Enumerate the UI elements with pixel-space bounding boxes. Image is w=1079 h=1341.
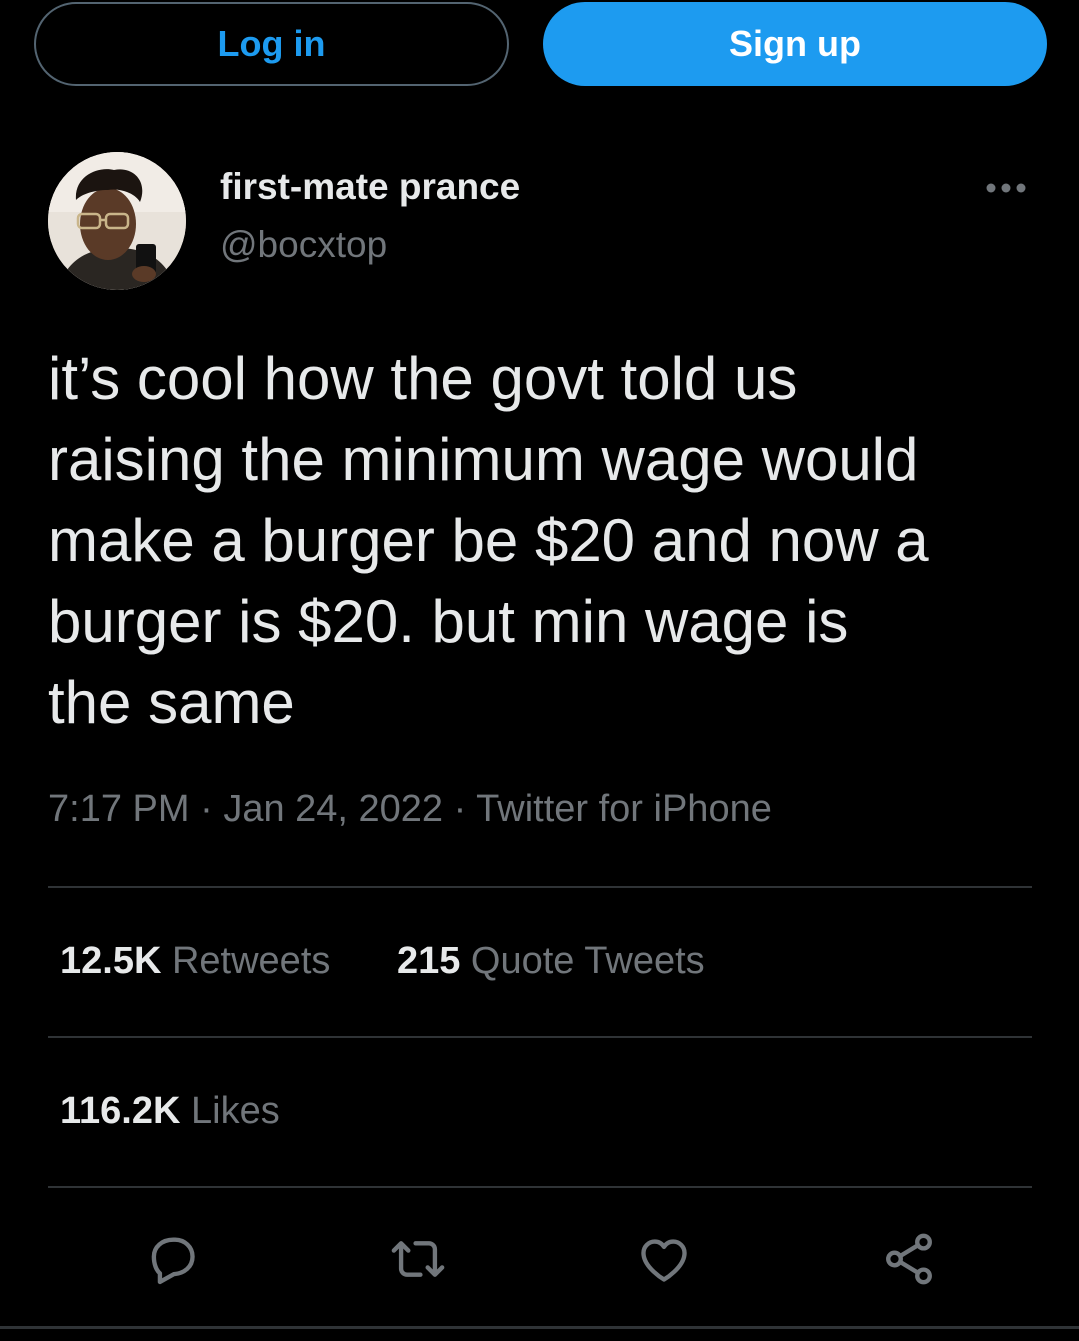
likes-stats-row: 116.2K Likes [60, 1090, 336, 1133]
retweets-label: Retweets [171, 940, 331, 982]
retweets-stat[interactable]: 12.5K Retweets [60, 940, 330, 983]
tweet-text-line: burger is $20. but min wage is [48, 588, 849, 655]
tweet-source[interactable]: Twitter for iPhone [476, 788, 772, 830]
author-handle[interactable]: @bocxtop [220, 224, 387, 266]
reply-icon[interactable] [143, 1230, 201, 1288]
quote-tweets-count: 215 [396, 940, 461, 982]
likes-stat[interactable]: 116.2K Likes [60, 1090, 280, 1133]
divider [48, 1186, 1032, 1188]
retweet-stats-row: 12.5K Retweets 215 Quote Tweets [60, 940, 761, 983]
more-options-icon[interactable] [983, 176, 1029, 200]
likes-label: Likes [191, 1090, 280, 1132]
avatar[interactable] [48, 152, 186, 290]
tweet-time[interactable]: 7:17 PM [48, 788, 190, 830]
divider [48, 1036, 1032, 1038]
divider [48, 886, 1032, 888]
user-photo-avatar-icon [48, 152, 186, 290]
meta-separator: · [453, 788, 467, 830]
author-display-name[interactable]: first-mate prance [220, 166, 520, 208]
tweet-meta: 7:17 PM · Jan 24, 2022 · Twitter for iPh… [48, 788, 772, 831]
quote-tweets-stat[interactable]: 215 Quote Tweets [397, 940, 705, 983]
quote-tweets-label: Quote Tweets [470, 940, 705, 982]
signup-button[interactable]: Sign up [543, 2, 1047, 86]
retweet-icon[interactable] [389, 1230, 447, 1288]
tweet-text: it’s cool how the govt told us raising t… [48, 338, 1038, 743]
tweet-text-line: it’s cool how the govt told us [48, 345, 798, 412]
tweet-text-line: the same [48, 669, 295, 736]
tweet-date[interactable]: Jan 24, 2022 [223, 788, 443, 830]
like-icon[interactable] [635, 1230, 693, 1288]
meta-separator: · [200, 788, 213, 830]
tweet-text-line: make a burger be $20 and now a [48, 507, 929, 574]
share-icon[interactable] [880, 1230, 938, 1288]
tweet-actions-bar [0, 1222, 1079, 1292]
tweet-text-line: raising the minimum wage would [48, 426, 919, 493]
likes-count: 116.2K [60, 1090, 181, 1132]
login-button[interactable]: Log in [34, 2, 509, 86]
retweets-count: 12.5K [60, 940, 162, 982]
bottom-divider [0, 1326, 1079, 1329]
